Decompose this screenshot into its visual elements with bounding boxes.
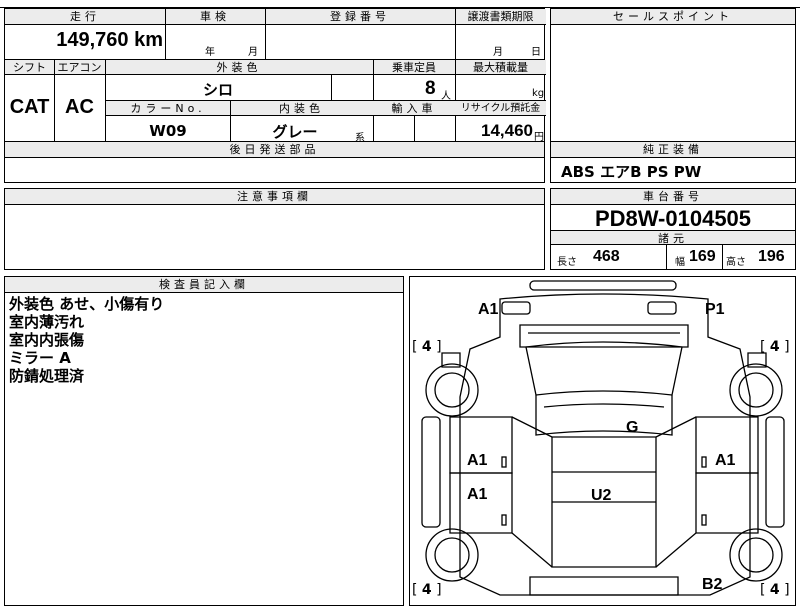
chassis-header: 車台番号 — [551, 189, 795, 205]
genuine-equipment-value: ABS エアB PS PW — [561, 163, 702, 181]
vehicle-info-table: 走行 車検 登録番号 譲渡書類期限 149,760 km 年 月 月 日 シフト… — [4, 8, 546, 144]
inspector-note: 室内内張傷 — [9, 331, 85, 349]
inspector-note: 室内薄汚れ — [9, 313, 85, 331]
genuine-equipment-section: 純正装備 ABS エアB PS PW — [550, 141, 796, 183]
capacity-header: 乗車定員 — [373, 60, 455, 75]
inspection-year: 年 — [205, 47, 215, 58]
tire-rear-right-value: 4 — [769, 582, 780, 598]
height-label: 高さ — [726, 257, 746, 268]
exterior-color-value: シロ — [202, 81, 233, 99]
tire-front-right-value: 4 — [769, 339, 780, 355]
height-value: 196 — [758, 248, 785, 265]
top-strip — [0, 0, 800, 8]
tire-front-left: [ 4 ] — [412, 339, 442, 355]
mark-floor: U2 — [591, 487, 612, 504]
length-value: 468 — [593, 248, 620, 265]
mileage-header: 走行 — [5, 9, 165, 25]
max-load-header: 最大積載量 — [455, 60, 546, 75]
inspector-notes: 外装色 あせ、小傷有り 室内薄汚れ 室内内張傷 ミラー A 防錆処理済 — [9, 295, 164, 385]
later-parts-section: 後日発送部品 — [4, 141, 545, 183]
mark-roof: G — [626, 419, 639, 436]
exterior-color-header: 外装色 — [105, 60, 373, 75]
mileage-value: 149,760 km — [56, 29, 163, 51]
chassis-section: 車台番号 PD8W-0104505 諸元 長さ 468 幅 169 高さ 196 — [550, 188, 796, 270]
sales-point-section: セールスポイント — [550, 8, 796, 142]
color-no-header: カラーNo. — [106, 101, 230, 116]
shift-header: シフト — [5, 60, 54, 75]
car-diagram — [421, 280, 785, 596]
aircon-value: AC — [65, 96, 94, 118]
interior-color-header: 内装色 — [230, 101, 373, 116]
registration-header: 登録番号 — [265, 9, 455, 25]
genuine-equipment-header: 純正装備 — [551, 142, 795, 158]
max-load-unit: kg — [532, 88, 545, 99]
width-value: 169 — [689, 248, 716, 265]
shift-value: CAT — [9, 96, 50, 118]
mark-right-front-door: A1 — [715, 452, 736, 469]
mark-left-rear-door: A1 — [467, 486, 488, 503]
tire-front-left-value: 4 — [421, 339, 432, 355]
tire-rear-left: [ 4 ] — [412, 582, 442, 598]
inspector-section: 検査員記入欄 外装色 あせ、小傷有り 室内薄汚れ 室内内張傷 ミラー A 防錆処… — [4, 276, 404, 606]
import-header: 輸入車 — [373, 101, 455, 116]
transfer-deadline-header: 譲渡書類期限 — [455, 9, 546, 25]
inspector-note: ミラー A — [9, 349, 71, 367]
inspection-header: 車検 — [165, 9, 265, 25]
recycle-value: 14,460 — [481, 121, 533, 140]
recycle-header: リサイクル預託金 — [455, 101, 546, 116]
chassis-value: PD8W-0104505 — [594, 206, 752, 231]
car-diagram-section: [ 4 ] [ 4 ] [ 4 ] [ 4 ] A1 P1 G A1 A1 A1… — [409, 276, 796, 606]
inspector-note: 外装色 あせ、小傷有り — [9, 295, 165, 313]
width-label: 幅 — [675, 257, 685, 268]
specs-header: 諸元 — [551, 230, 795, 245]
capacity-value: 8 — [425, 78, 436, 99]
mark-front-left: A1 — [478, 301, 499, 318]
tire-rear-left-value: 4 — [421, 582, 432, 598]
notes-section: 注意事項欄 — [4, 188, 545, 270]
sales-point-header: セールスポイント — [551, 9, 795, 25]
transfer-month: 月 — [493, 47, 503, 58]
aircon-header: エアコン — [54, 60, 105, 75]
color-no-value: W09 — [149, 122, 187, 140]
transfer-day: 日 — [531, 47, 541, 58]
tire-front-right: [ 4 ] — [760, 339, 790, 355]
notes-header: 注意事項欄 — [5, 189, 544, 205]
later-parts-header: 後日発送部品 — [5, 142, 544, 158]
inspection-month: 月 — [248, 47, 258, 58]
mark-left-front-door: A1 — [467, 452, 488, 469]
mark-front-right: P1 — [705, 301, 725, 318]
inspector-note: 防錆処理済 — [9, 367, 85, 385]
tire-rear-right: [ 4 ] — [760, 582, 790, 598]
interior-color-value: グレー — [272, 123, 318, 141]
length-label: 長さ — [557, 257, 577, 268]
inspector-header: 検査員記入欄 — [5, 277, 403, 293]
mark-rear-right: B2 — [702, 576, 723, 593]
